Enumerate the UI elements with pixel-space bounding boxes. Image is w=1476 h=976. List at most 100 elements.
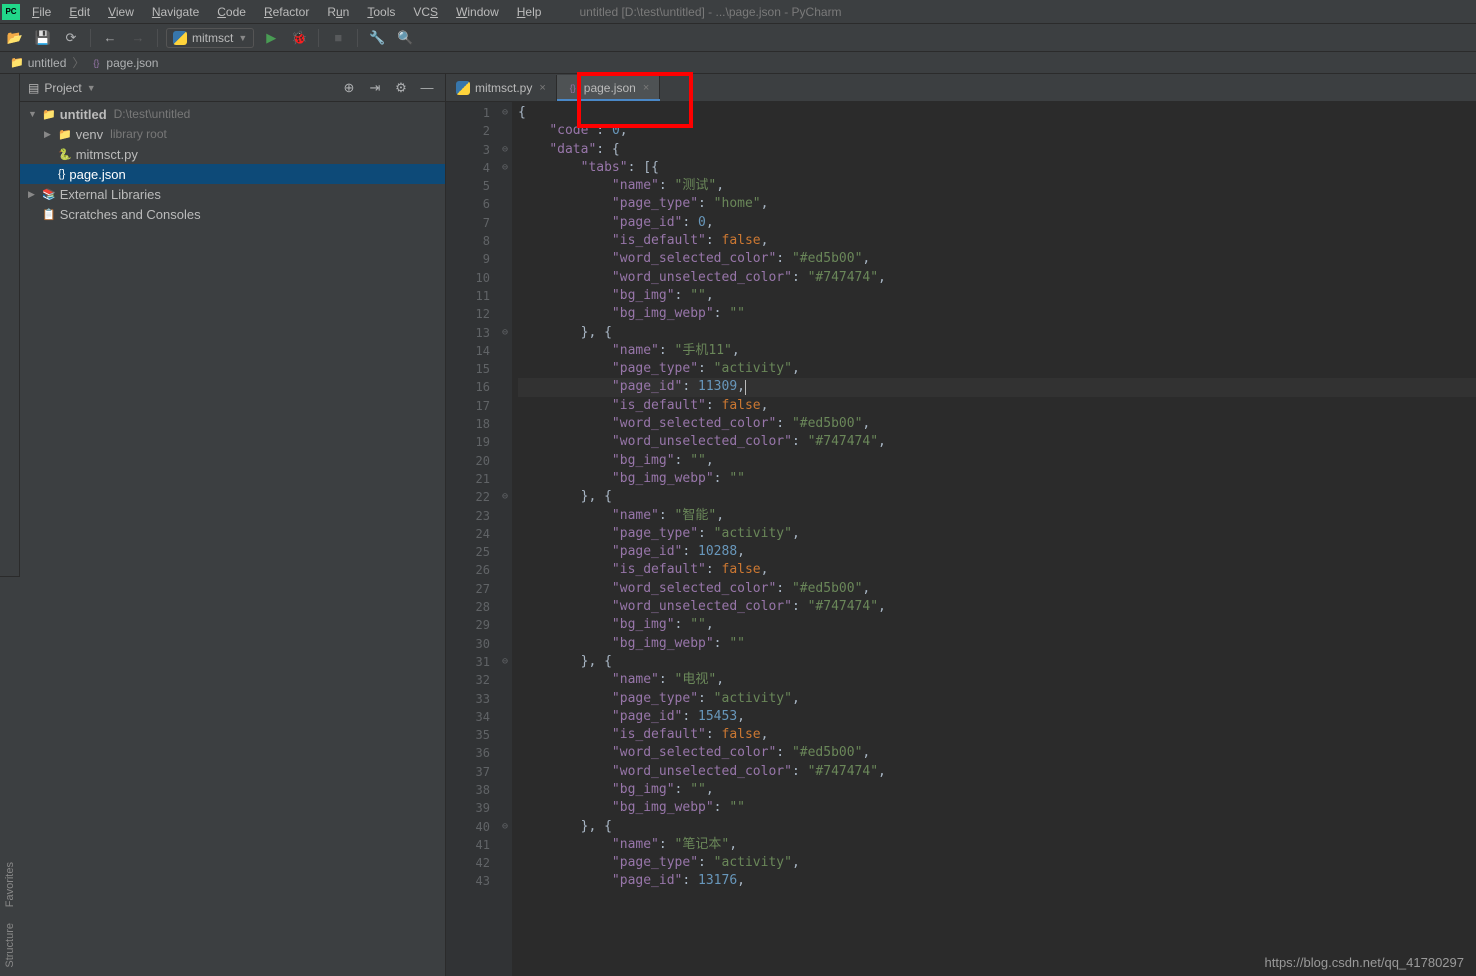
menu-vcs[interactable]: VCS — [405, 2, 446, 22]
close-icon[interactable]: × — [539, 82, 545, 94]
code-line[interactable]: "code": 0, — [518, 122, 1476, 140]
breadcrumb-item[interactable]: {} page.json — [86, 56, 162, 70]
code-line[interactable]: "bg_img_webp": "" — [518, 635, 1476, 653]
forward-icon[interactable]: → — [127, 27, 149, 49]
code-line[interactable]: "bg_img_webp": "" — [518, 799, 1476, 817]
code-line[interactable]: "data": { — [518, 141, 1476, 159]
sidebar-tab-structure[interactable]: Structure — [2, 915, 18, 976]
tree-item-scratches-and-consoles[interactable]: 📋Scratches and Consoles — [20, 204, 445, 224]
run-icon[interactable]: ▶ — [260, 27, 282, 49]
gear-icon[interactable]: ⚙ — [391, 78, 411, 98]
py-icon: 🐍 — [58, 148, 72, 161]
code-line[interactable]: "bg_img": "", — [518, 287, 1476, 305]
code-line[interactable]: "word_selected_color": "#ed5b00", — [518, 580, 1476, 598]
fold-gutter[interactable]: ⊖⊖⊖⊖⊖⊖⊖ — [498, 102, 512, 976]
tree-item-mitmsct-py[interactable]: 🐍mitmsct.py — [20, 144, 445, 164]
code-line[interactable]: "is_default": false, — [518, 561, 1476, 579]
code-line[interactable]: "bg_img": "", — [518, 616, 1476, 634]
json-icon: {} — [567, 82, 579, 94]
code-line[interactable]: "page_id": 15453, — [518, 708, 1476, 726]
menu-edit[interactable]: Edit — [61, 2, 98, 22]
stop-icon[interactable]: ■ — [327, 27, 349, 49]
open-icon[interactable]: 📂 — [4, 27, 26, 49]
project-tree[interactable]: ▼📁untitledD:\test\untitled▶📁venvlibrary … — [20, 102, 445, 976]
code-line[interactable]: "page_type": "activity", — [518, 360, 1476, 378]
menu-run[interactable]: Run — [319, 2, 357, 22]
project-icon: ▤ — [28, 81, 39, 95]
tree-item-untitled[interactable]: ▼📁untitledD:\test\untitled — [20, 104, 445, 124]
code-line[interactable]: "bg_img_webp": "" — [518, 470, 1476, 488]
code-line[interactable]: "word_unselected_color": "#747474", — [518, 763, 1476, 781]
code-line[interactable]: "word_selected_color": "#ed5b00", — [518, 744, 1476, 762]
code-line[interactable]: "name": "手机11", — [518, 342, 1476, 360]
hide-icon[interactable]: — — [417, 78, 437, 98]
run-config-selector[interactable]: mitmsct ▼ — [166, 28, 254, 48]
titlebar: PC FileEditViewNavigateCodeRefactorRunTo… — [0, 0, 1476, 24]
code-line[interactable]: "page_id": 0, — [518, 214, 1476, 232]
code-line[interactable]: "word_unselected_color": "#747474", — [518, 269, 1476, 287]
menu-navigate[interactable]: Navigate — [144, 2, 207, 22]
breadcrumb-item[interactable]: 📁 untitled — [6, 56, 70, 70]
chevron-down-icon[interactable]: ▼ — [87, 83, 96, 93]
chevron-down-icon: ▼ — [238, 33, 247, 43]
code-line[interactable]: "page_id": 10288, — [518, 543, 1476, 561]
code-line[interactable]: "page_type": "activity", — [518, 854, 1476, 872]
menu-help[interactable]: Help — [509, 2, 550, 22]
code-line[interactable]: }, { — [518, 653, 1476, 671]
tab-label: mitmsct.py — [475, 81, 532, 95]
code-area[interactable]: 1234567891011121314151617181920212223242… — [446, 102, 1476, 976]
breadcrumb-text: page.json — [106, 56, 158, 70]
code-line[interactable]: "page_type": "activity", — [518, 690, 1476, 708]
wrench-icon[interactable]: 🔧 — [366, 27, 388, 49]
menu-tools[interactable]: Tools — [359, 2, 403, 22]
code-line[interactable]: "name": "笔记本", — [518, 836, 1476, 854]
code-editor[interactable]: { "code": 0, "data": { "tabs": [{ "name"… — [512, 102, 1476, 976]
code-line[interactable]: }, { — [518, 324, 1476, 342]
tab-mitmsct-py[interactable]: mitmsct.py × — [446, 75, 557, 101]
code-line[interactable]: "word_selected_color": "#ed5b00", — [518, 415, 1476, 433]
json-icon: {} — [90, 57, 102, 69]
save-icon[interactable]: 💾 — [32, 27, 54, 49]
code-line[interactable]: "bg_img": "", — [518, 781, 1476, 799]
code-line[interactable]: "tabs": [{ — [518, 159, 1476, 177]
code-line[interactable]: "word_unselected_color": "#747474", — [518, 598, 1476, 616]
code-line[interactable]: "word_selected_color": "#ed5b00", — [518, 250, 1476, 268]
code-line[interactable]: "is_default": false, — [518, 397, 1476, 415]
code-line[interactable]: "page_type": "home", — [518, 195, 1476, 213]
debug-icon[interactable]: 🐞 — [288, 27, 310, 49]
sidebar-tab-favorites[interactable]: Favorites — [2, 854, 18, 915]
code-line[interactable]: "name": "电视", — [518, 671, 1476, 689]
code-line[interactable]: "word_unselected_color": "#747474", — [518, 433, 1476, 451]
window-title: untitled [D:\test\untitled] - ...\page.j… — [579, 5, 841, 19]
tree-item-external-libraries[interactable]: ▶📚External Libraries — [20, 184, 445, 204]
menu-file[interactable]: File — [24, 2, 59, 22]
tab-page-json[interactable]: {}page.json× — [557, 75, 660, 101]
code-line[interactable]: }, { — [518, 488, 1476, 506]
menu-refactor[interactable]: Refactor — [256, 2, 317, 22]
breadcrumb-text: untitled — [28, 56, 67, 70]
code-line[interactable]: "page_id": 13176, — [518, 872, 1476, 890]
menu-window[interactable]: Window — [448, 2, 507, 22]
code-line[interactable]: "bg_img": "", — [518, 452, 1476, 470]
sync-icon[interactable]: ⟳ — [60, 27, 82, 49]
code-line[interactable]: "name": "智能", — [518, 507, 1476, 525]
tree-item-page-json[interactable]: {}page.json — [20, 164, 445, 184]
code-line[interactable]: "name": "测试", — [518, 177, 1476, 195]
watermark: https://blog.csdn.net/qq_41780297 — [1265, 955, 1465, 970]
panel-title: Project — [44, 81, 81, 95]
search-icon[interactable]: 🔍 — [394, 27, 416, 49]
code-line[interactable]: }, { — [518, 818, 1476, 836]
tree-item-venv[interactable]: ▶📁venvlibrary root — [20, 124, 445, 144]
menu-code[interactable]: Code — [209, 2, 254, 22]
collapse-icon[interactable]: ⇥ — [365, 78, 385, 98]
code-line[interactable]: "is_default": false, — [518, 232, 1476, 250]
locate-icon[interactable]: ⊕ — [339, 78, 359, 98]
menu-view[interactable]: View — [100, 2, 142, 22]
back-icon[interactable]: ← — [99, 27, 121, 49]
code-line[interactable]: "is_default": false, — [518, 726, 1476, 744]
code-line[interactable]: "page_type": "activity", — [518, 525, 1476, 543]
code-line[interactable]: { — [518, 104, 1476, 122]
code-line[interactable]: "page_id": 11309, — [518, 378, 1476, 396]
close-icon[interactable]: × — [643, 82, 649, 94]
code-line[interactable]: "bg_img_webp": "" — [518, 305, 1476, 323]
